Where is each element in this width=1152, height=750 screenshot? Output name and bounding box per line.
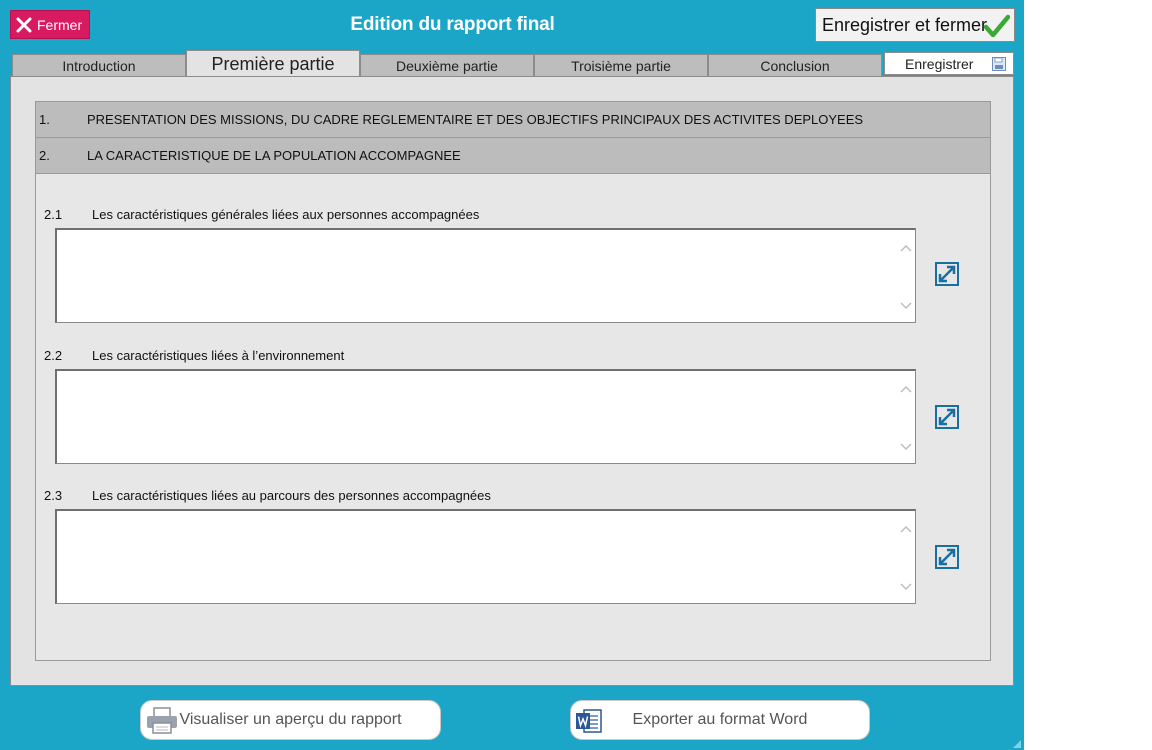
- expand-icon[interactable]: [935, 405, 961, 431]
- tab-introduction[interactable]: Introduction: [12, 54, 186, 77]
- scrollbar-arrows[interactable]: [899, 523, 913, 593]
- subsection-title: Les caractéristiques liées à l’environne…: [92, 348, 345, 363]
- tab-deuxieme-partie[interactable]: Deuxième partie: [360, 54, 534, 77]
- save-and-close-label: Enregistrer et fermer: [822, 14, 988, 35]
- scrollbar-arrows[interactable]: [899, 383, 913, 453]
- preview-report-label: Visualiser un aperçu du rapport: [179, 711, 402, 728]
- tab-conclusion[interactable]: Conclusion: [708, 54, 882, 77]
- subsection-number: 2.3: [44, 488, 63, 503]
- section-tabs: Introduction Première partie Deuxième pa…: [10, 50, 1014, 77]
- subsection-title: Les caractéristiques générales liées aux…: [92, 207, 480, 222]
- tab-label: Deuxième partie: [396, 57, 498, 74]
- subsection-number: 2.2: [44, 348, 63, 363]
- preview-report-button[interactable]: Visualiser un aperçu du rapport: [140, 700, 441, 740]
- tab-troisieme-partie[interactable]: Troisième partie: [534, 54, 708, 77]
- report-editor-window: Fermer Edition du rapport final Enregist…: [0, 0, 1024, 750]
- tab-label: Enregistrer: [905, 55, 974, 72]
- section-container: 1. PRESENTATION DES MISSIONS, DU CADRE R…: [35, 101, 991, 661]
- tab-save[interactable]: Enregistrer: [884, 52, 1014, 75]
- tab-label: Introduction: [62, 57, 136, 74]
- expand-icon[interactable]: [935, 545, 961, 571]
- word-icon: [575, 707, 603, 740]
- close-icon: [11, 17, 37, 33]
- close-button-label: Fermer: [37, 16, 83, 33]
- section-number: 2.: [39, 148, 50, 163]
- section-number: 1.: [39, 112, 50, 127]
- export-word-button[interactable]: Exporter au format Word: [570, 700, 870, 740]
- window-title: Edition du rapport final: [350, 13, 555, 35]
- tab-premiere-partie[interactable]: Première partie: [186, 50, 360, 77]
- subsection-2-1-label: 2.1 Les caractéristiques générales liées…: [44, 207, 479, 222]
- tab-label: Conclusion: [760, 57, 830, 74]
- section-title: LA CARACTERISTIQUE DE LA POPULATION ACCO…: [87, 148, 461, 163]
- subsection-2-3-label: 2.3 Les caractéristiques liées au parcou…: [44, 488, 491, 503]
- subsection-2-3-textarea[interactable]: [55, 509, 916, 604]
- subsection-2-1-textarea[interactable]: [55, 228, 916, 323]
- section-title: PRESENTATION DES MISSIONS, DU CADRE REGL…: [87, 112, 864, 127]
- export-word-label: Exporter au format Word: [632, 711, 808, 728]
- tab-content-panel: 1. PRESENTATION DES MISSIONS, DU CADRE R…: [10, 76, 1014, 686]
- printer-icon: [145, 707, 179, 740]
- save-and-close-button[interactable]: Enregistrer et fermer: [815, 8, 1015, 42]
- tab-label: Première partie: [211, 53, 335, 74]
- section-2-header[interactable]: 2. LA CARACTERISTIQUE DE LA POPULATION A…: [36, 138, 990, 174]
- subsection-2-2-textarea[interactable]: [55, 369, 916, 464]
- scrollbar-arrows[interactable]: [899, 242, 913, 312]
- resize-grip-icon[interactable]: [1012, 736, 1022, 748]
- subsection-2-2-label: 2.2 Les caractéristiques liées à l’envir…: [44, 348, 344, 363]
- check-icon: [983, 14, 1011, 43]
- tab-label: Troisième partie: [571, 57, 671, 74]
- subsection-title: Les caractéristiques liées au parcours d…: [92, 488, 491, 503]
- close-button[interactable]: Fermer: [10, 10, 90, 39]
- subsection-number: 2.1: [44, 207, 63, 222]
- section-1-header[interactable]: 1. PRESENTATION DES MISSIONS, DU CADRE R…: [36, 102, 990, 138]
- expand-icon[interactable]: [935, 262, 961, 288]
- save-disk-icon: [991, 56, 1007, 75]
